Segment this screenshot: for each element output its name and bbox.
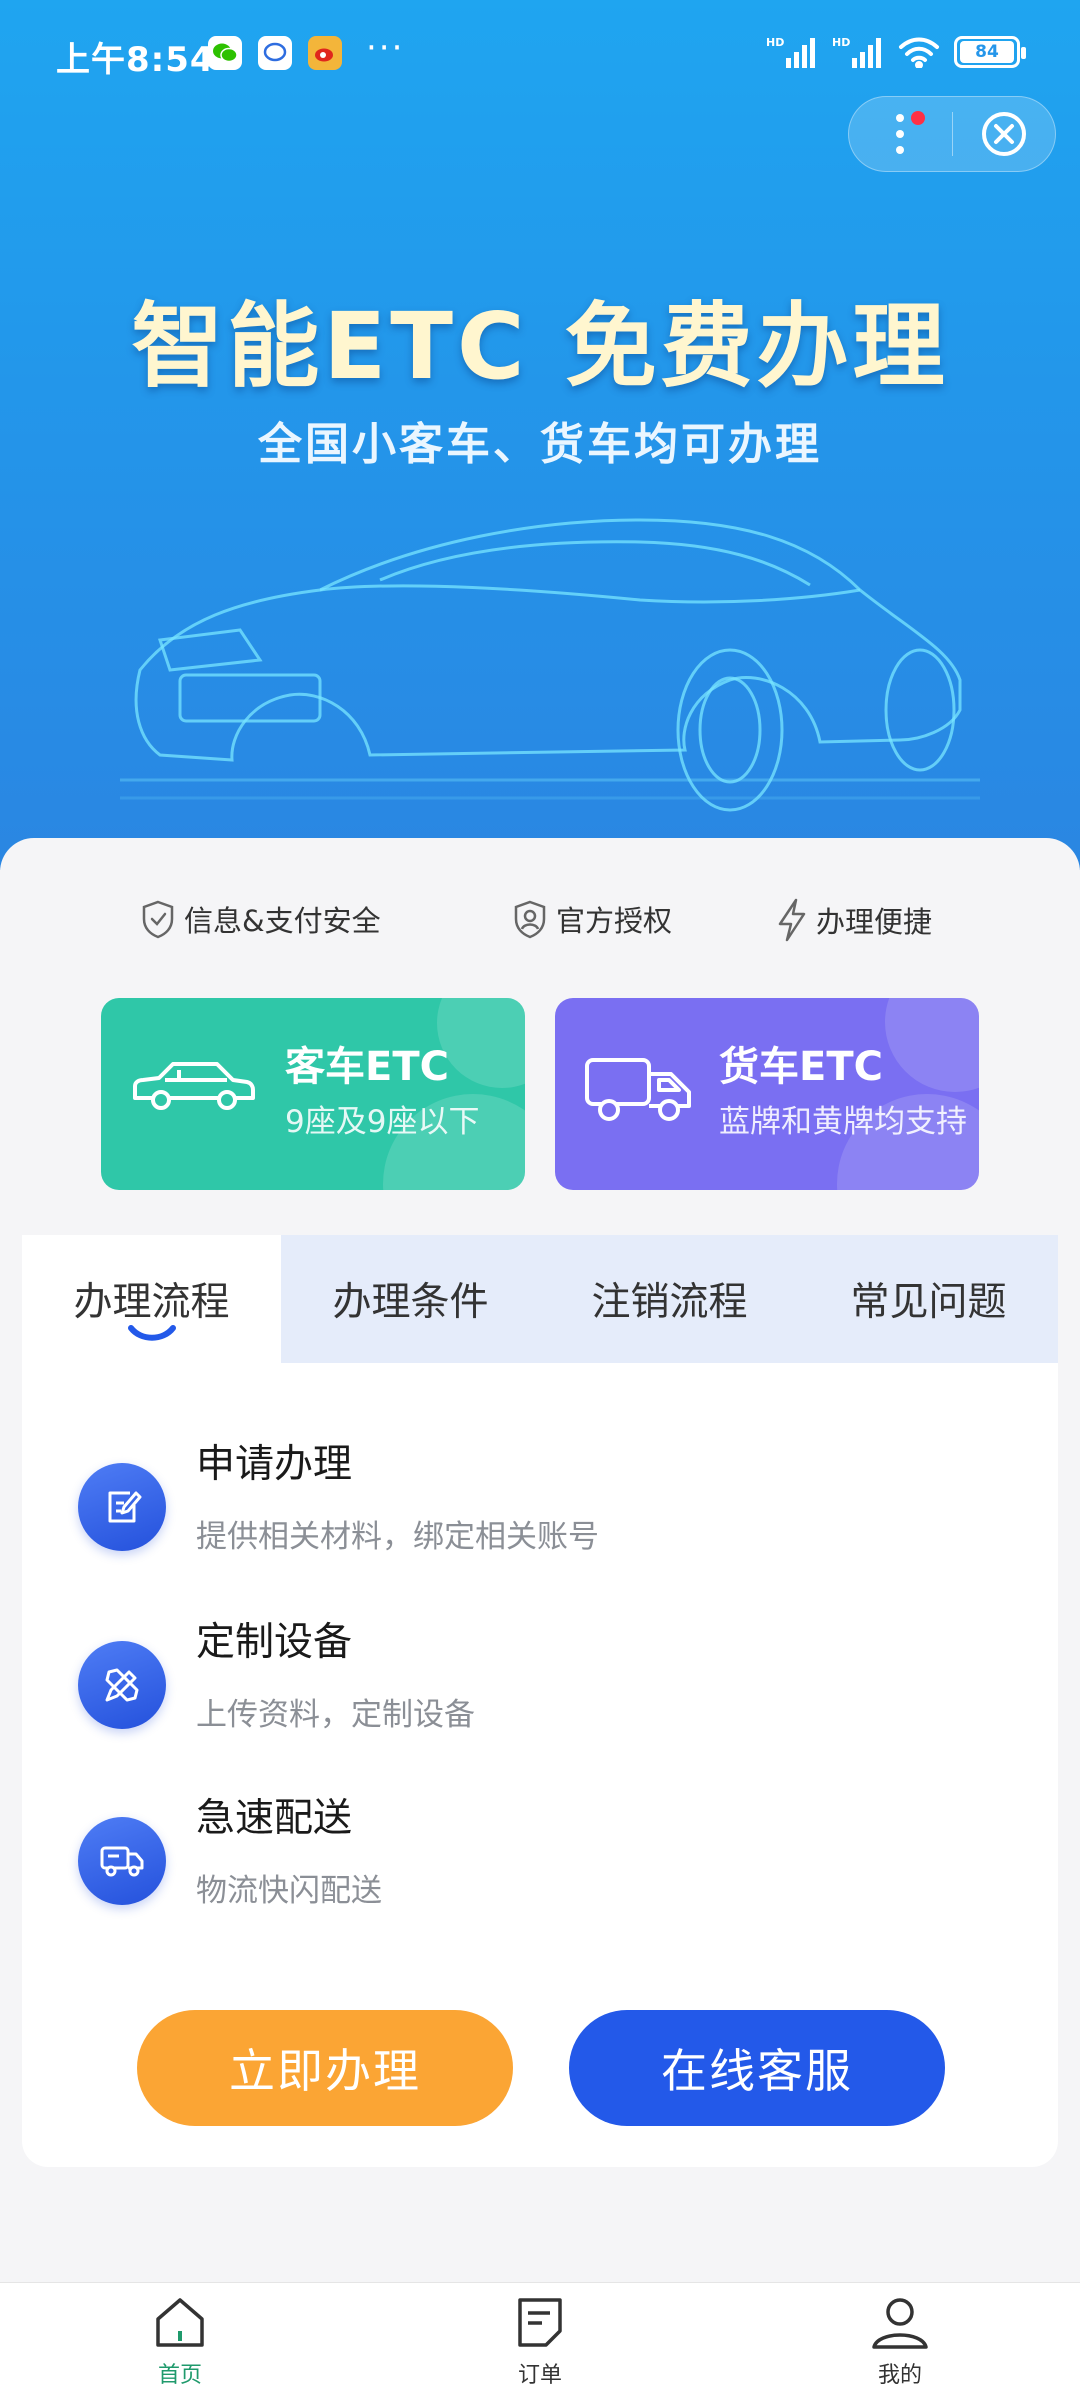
step-item: 急速配送 物流快闪配送 [78, 1796, 382, 1909]
truck-icon [585, 1058, 691, 1121]
card-decoration [437, 998, 525, 1088]
status-bar: 上午8:54 ··· HD HD 84 [0, 0, 1080, 110]
feature-label: 办理便捷 [816, 905, 933, 939]
tab-conditions[interactable]: 办理条件 [281, 1235, 540, 1363]
feature-official: 官方授权 [512, 898, 672, 940]
tab-cancellation[interactable]: 注销流程 [540, 1235, 799, 1363]
order-icon [518, 2298, 562, 2347]
edit-icon [78, 1463, 166, 1551]
signal-hd-label: HD [832, 36, 850, 49]
close-button[interactable] [953, 97, 1056, 171]
nav-label: 首页 [157, 2363, 202, 2388]
notification-dot [911, 111, 925, 125]
nav-mine[interactable]: 我的 [720, 2283, 1080, 2400]
more-menu-button[interactable] [849, 97, 952, 171]
car-etc-card[interactable]: 客车ETC 9座及9座以下 [101, 998, 525, 1190]
weibo-icon [308, 36, 342, 70]
tab-label: 办理条件 [332, 1280, 489, 1325]
feature-label: 官方授权 [556, 904, 673, 938]
battery-level: 84 [960, 41, 1014, 63]
home-icon [156, 2298, 204, 2347]
tab-faq[interactable]: 常见问题 [799, 1235, 1058, 1363]
apply-now-button[interactable]: 立即办理 [137, 2010, 513, 2126]
tab-label: 注销流程 [591, 1280, 748, 1325]
shield-user-icon [514, 900, 546, 939]
truck-etc-card[interactable]: 货车ETC 蓝牌和黄牌均支持 [555, 998, 979, 1190]
feature-convenient: 办理便捷 [776, 898, 932, 942]
nav-label: 订单 [517, 2363, 562, 2388]
car-etc-title: 客车ETC [285, 1044, 449, 1090]
bottom-nav: 首页 订单 我的 [0, 2282, 1080, 2400]
user-icon [872, 2298, 928, 2349]
step-item: 定制设备 上传资料，定制设备 [78, 1620, 475, 1733]
online-service-button[interactable]: 在线客服 [569, 2010, 945, 2126]
step-desc: 物流快闪配送 [196, 1873, 382, 1909]
truck-etc-subtitle: 蓝牌和黄牌均支持 [719, 1104, 967, 1140]
card-decoration [885, 998, 979, 1092]
battery-icon: 84 [954, 36, 1026, 68]
truck-etc-title: 货车ETC [719, 1044, 883, 1090]
etc-home-page: 上午8:54 ··· HD HD 84 智能ETC 免费办理 全国小客车、货车均… [0, 0, 1080, 2400]
close-icon [981, 112, 1026, 156]
more-vertical-icon [896, 114, 905, 154]
delivery-truck-icon [78, 1817, 166, 1905]
step-title: 急速配送 [196, 1796, 353, 1841]
wechat-icon [208, 36, 242, 70]
tab-label: 办理流程 [73, 1280, 230, 1325]
signal-hd-label: HD [766, 36, 784, 49]
signal-icon: HD [766, 36, 815, 68]
nav-orders[interactable]: 订单 [360, 2283, 720, 2400]
more-notifications: ··· [366, 28, 405, 68]
feature-bar: 信息&支付安全 官方授权 办理便捷 [0, 838, 1080, 998]
tab-label: 常见问题 [850, 1280, 1007, 1325]
signal-icon: HD [832, 36, 881, 68]
mini-program-capsule [848, 96, 1056, 172]
hero-subtitle: 全国小客车、货车均可办理 [258, 419, 822, 470]
tab-bar: 办理流程 办理条件 注销流程 常见问题 [22, 1235, 1058, 1363]
status-time: 上午8:54 [56, 40, 215, 80]
car-illustration [120, 518, 980, 812]
car-etc-subtitle: 9座及9座以下 [285, 1104, 480, 1140]
shield-check-icon [142, 900, 174, 939]
notification-icons [208, 36, 342, 70]
lightning-icon [778, 898, 806, 942]
step-item: 申请办理 提供相关材料，绑定相关账号 [78, 1442, 599, 1555]
hero-title: 智能ETC 免费办理 [131, 293, 949, 400]
step-title: 定制设备 [196, 1620, 353, 1665]
tab-process[interactable]: 办理流程 [22, 1235, 281, 1363]
feature-label: 信息&支付安全 [184, 904, 381, 938]
content-area: 信息&支付安全 官方授权 办理便捷 客车ETC 9座及9座以下 货车ETC 蓝牌… [0, 838, 1080, 2288]
active-tab-indicator [128, 1325, 176, 1341]
step-desc: 提供相关材料，绑定相关账号 [196, 1519, 599, 1555]
car-icon [133, 1062, 255, 1110]
step-desc: 上传资料，定制设备 [196, 1697, 475, 1733]
hero-banner: 上午8:54 ··· HD HD 84 智能ETC 免费办理 全国小客车、货车均… [0, 0, 1080, 870]
tools-icon [78, 1641, 166, 1729]
status-right: HD HD 84 [766, 34, 1026, 70]
feature-security: 信息&支付安全 [140, 898, 381, 940]
nav-label: 我的 [877, 2363, 922, 2388]
nav-home[interactable]: 首页 [0, 2283, 360, 2400]
message-icon [258, 36, 292, 70]
step-title: 申请办理 [196, 1442, 353, 1487]
wifi-icon [899, 37, 939, 68]
